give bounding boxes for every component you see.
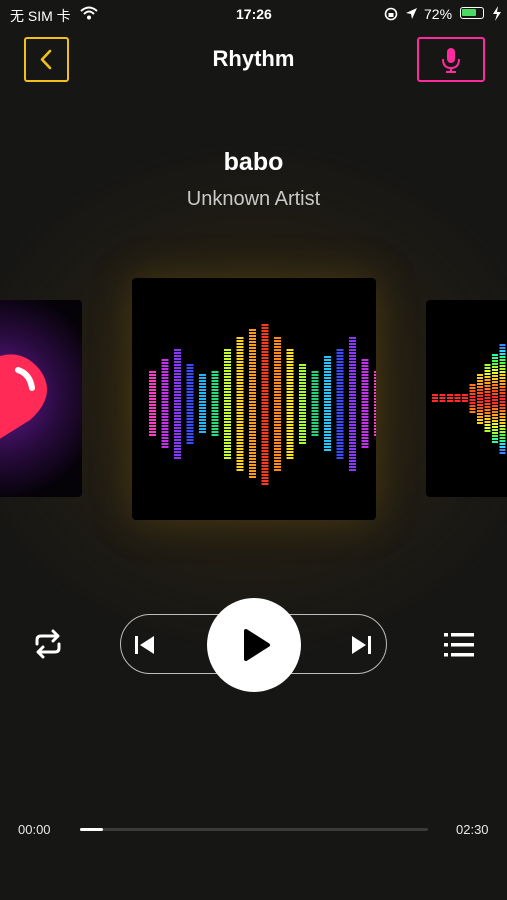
battery-icon — [460, 7, 484, 19]
heart-artwork — [0, 354, 48, 439]
album-cover-previous[interactable] — [0, 300, 82, 497]
playlist-icon[interactable] — [442, 630, 476, 660]
clock: 17:26 — [236, 6, 272, 22]
song-title: babo — [223, 148, 284, 176]
play-button[interactable] — [207, 598, 301, 692]
battery-percent: 72% — [424, 6, 453, 22]
artist-name: Unknown Artist — [186, 188, 321, 210]
skip-next-icon[interactable] — [348, 632, 374, 658]
microphone-button[interactable] — [417, 37, 485, 82]
spectrum-artwork — [432, 344, 506, 454]
progress-fill — [80, 828, 103, 831]
carrier-label: 无 SIM 卡 — [10, 8, 71, 24]
repeat-icon[interactable] — [30, 628, 66, 660]
elapsed-time: 00:00 — [18, 822, 51, 837]
location-icon — [406, 8, 417, 19]
equalizer-artwork — [149, 324, 376, 485]
status-bar: 无 SIM 卡 17:26 72% — [0, 0, 507, 28]
play-icon — [244, 629, 270, 661]
charging-bolt-icon — [493, 6, 501, 21]
skip-previous-icon[interactable] — [132, 632, 158, 658]
orientation-lock-icon — [384, 7, 398, 21]
total-time: 02:30 — [456, 822, 489, 837]
wifi-icon — [80, 6, 98, 20]
album-cover-current[interactable] — [132, 278, 376, 520]
progress-slider[interactable] — [80, 828, 428, 831]
album-cover-next[interactable] — [426, 300, 507, 497]
microphone-icon — [442, 48, 460, 73]
